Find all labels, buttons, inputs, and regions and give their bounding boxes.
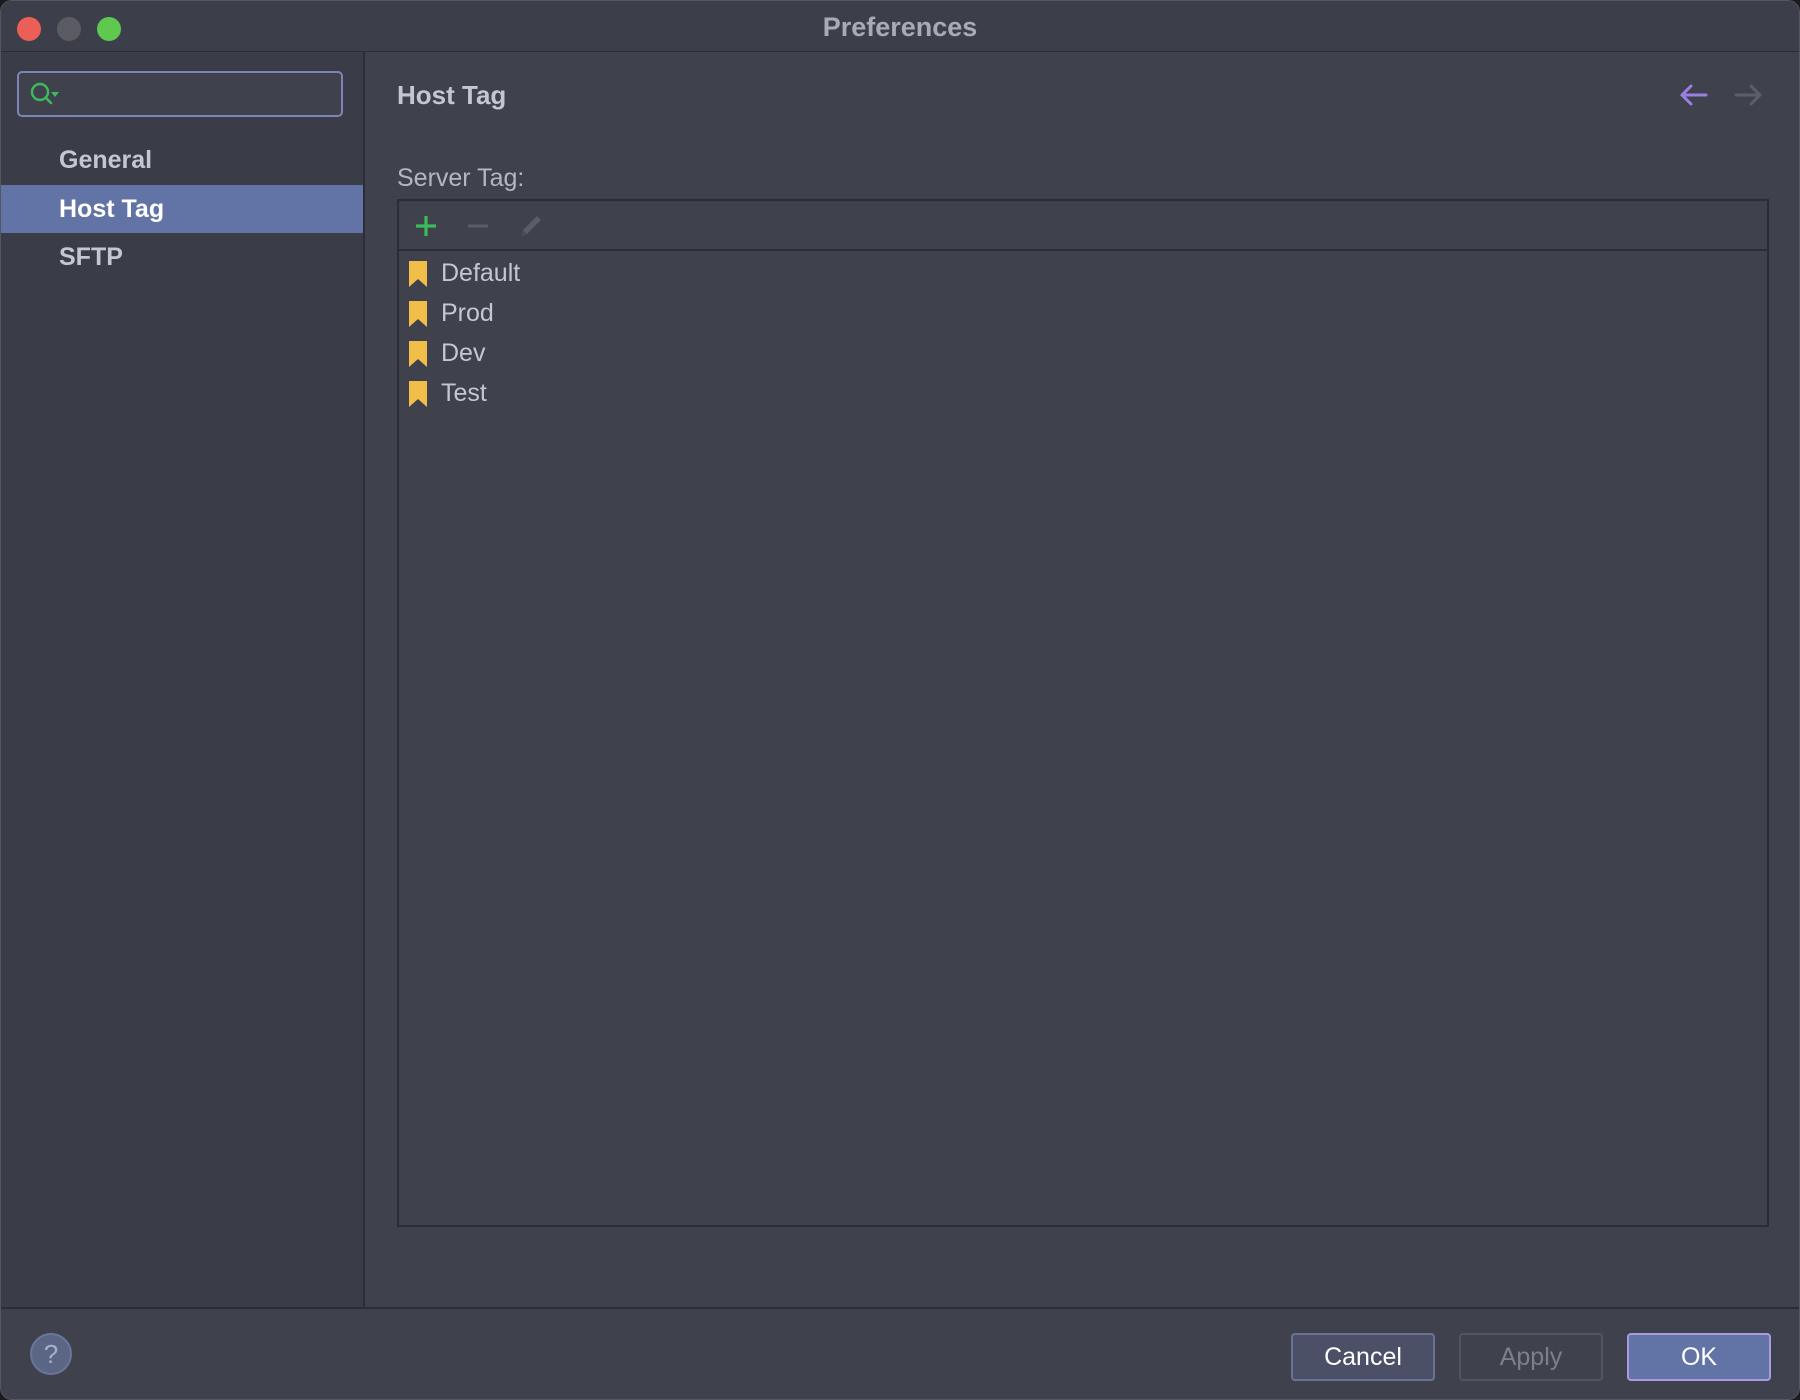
list-item[interactable]: Test bbox=[399, 373, 1767, 413]
sidebar-item-sftp[interactable]: SFTP bbox=[1, 233, 363, 281]
tag-label: Dev bbox=[441, 339, 486, 367]
tag-list: Default Prod Dev Test bbox=[399, 253, 1767, 413]
main-panel: Host Tag Server Tag: Default Prod Dev Te… bbox=[365, 52, 1799, 1307]
page-title: Host Tag bbox=[397, 80, 507, 110]
list-item[interactable]: Dev bbox=[399, 333, 1767, 373]
ok-button[interactable]: OK bbox=[1627, 1333, 1771, 1381]
sidebar-item-label: Host Tag bbox=[59, 195, 165, 223]
bookmark-icon bbox=[409, 301, 427, 327]
help-button[interactable]: ? bbox=[30, 1333, 72, 1375]
title-bar: Preferences bbox=[1, 1, 1799, 52]
sidebar-item-host-tag[interactable]: Host Tag bbox=[1, 185, 363, 233]
tag-label: Test bbox=[441, 379, 487, 407]
sidebar-item-general[interactable]: General bbox=[1, 136, 363, 184]
plus-icon[interactable] bbox=[409, 209, 443, 243]
tag-label: Default bbox=[441, 259, 521, 287]
back-arrow-icon[interactable] bbox=[1677, 80, 1711, 110]
server-tag-panel: Default Prod Dev Test bbox=[397, 199, 1769, 1227]
window-title: Preferences bbox=[822, 12, 978, 42]
minus-icon[interactable] bbox=[461, 209, 495, 243]
list-item[interactable]: Default bbox=[399, 253, 1767, 293]
forward-arrow-icon[interactable] bbox=[1731, 80, 1765, 110]
sidebar: General Host Tag SFTP bbox=[1, 52, 365, 1307]
search-input[interactable] bbox=[67, 79, 336, 111]
pencil-icon[interactable] bbox=[513, 209, 547, 243]
cancel-button[interactable]: Cancel bbox=[1291, 1333, 1435, 1381]
preferences-window: Preferences General Host Tag SFTP Host T… bbox=[0, 0, 1800, 1400]
search-icon[interactable] bbox=[29, 81, 61, 109]
footer: ? Cancel Apply OK bbox=[1, 1307, 1799, 1399]
list-item[interactable]: Prod bbox=[399, 293, 1767, 333]
sidebar-item-label: SFTP bbox=[59, 243, 123, 271]
tag-label: Prod bbox=[441, 299, 494, 327]
server-tag-label: Server Tag: bbox=[397, 164, 525, 192]
bookmark-icon bbox=[409, 381, 427, 407]
search-box[interactable] bbox=[17, 71, 343, 117]
apply-button[interactable]: Apply bbox=[1459, 1333, 1603, 1381]
tag-toolbar bbox=[399, 201, 1767, 251]
bookmark-icon bbox=[409, 341, 427, 367]
sidebar-item-label: General bbox=[59, 146, 153, 174]
bookmark-icon bbox=[409, 261, 427, 287]
